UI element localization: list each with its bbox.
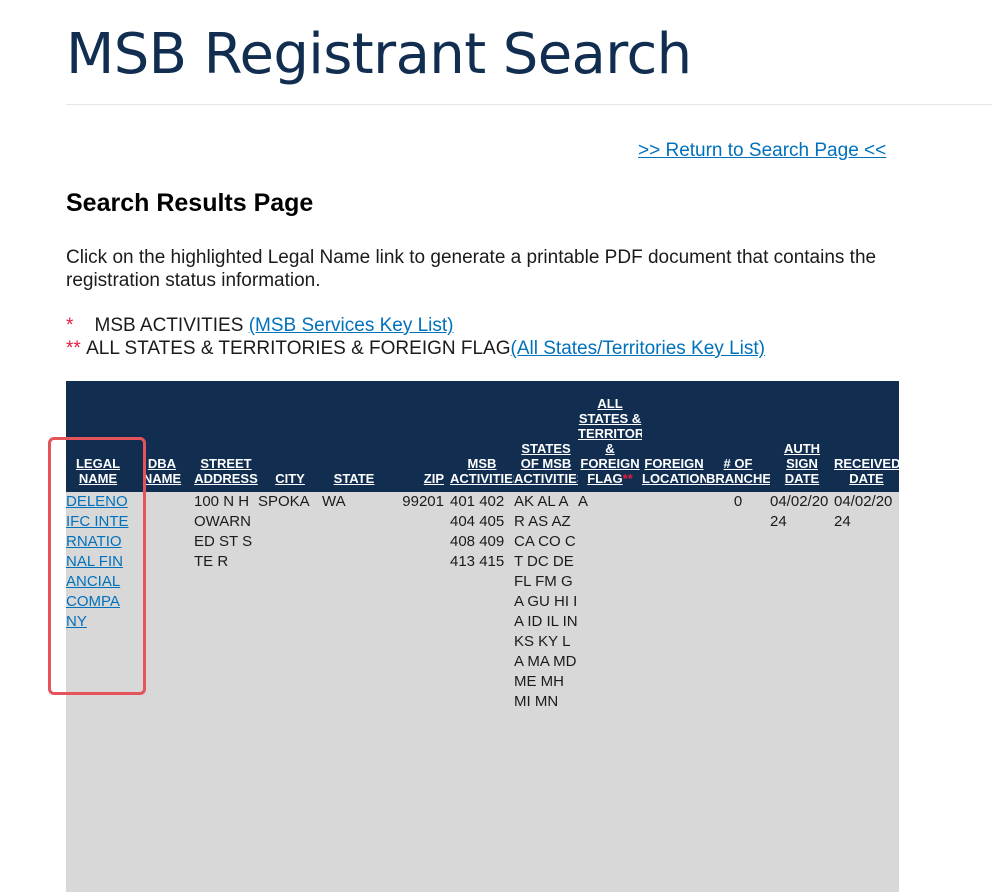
page-title: MSB Registrant Search <box>66 22 692 87</box>
col-header-branches[interactable]: # OF BRANCHES <box>706 381 770 492</box>
cell-all-states-flag: A <box>578 492 642 892</box>
col-header-msb-activities[interactable]: MSB ACTIVITIES* <box>450 381 514 492</box>
return-to-search-link[interactable]: >> Return to Search Page << <box>638 140 886 162</box>
cell-branches: 0 <box>706 492 770 892</box>
section-heading: Search Results Page <box>66 189 314 217</box>
cell-zip: 99201 <box>386 492 450 892</box>
col-header-states-of-msb-activities[interactable]: STATES OF MSB ACTIVITIES <box>514 381 578 492</box>
cell-street-address: 100 N HOWARNED ST STE R <box>194 492 258 892</box>
cell-city: SPOKA <box>258 492 322 892</box>
col-header-zip[interactable]: ZIP <box>386 381 450 492</box>
note-label: ALL STATES & TERRITORIES & FOREIGN FLAG <box>86 338 511 359</box>
note-label: MSB ACTIVITIES <box>94 315 244 336</box>
col-header-foreign-location[interactable]: FOREIGN LOCATION <box>642 381 706 492</box>
cell-msb-activities: 401 402 404 405 408 409 413 415 <box>450 492 514 892</box>
results-table: LEGAL NAME DBA NAME STREET ADDRESS CITY … <box>66 381 899 892</box>
required-marker: ** <box>66 338 81 359</box>
instructions-text: Click on the highlighted Legal Name link… <box>66 247 877 291</box>
col-header-all-states-flag[interactable]: ALL STATES & TERRITORIES & FOREIGN FLAG*… <box>578 381 642 492</box>
all-states-note: ** ALL STATES & TERRITORIES & FOREIGN FL… <box>66 338 765 360</box>
cell-state: WA <box>322 492 386 892</box>
msb-services-key-list-link[interactable]: (MSB Services Key List) <box>249 315 454 336</box>
table-row: DELENO IFC INTERNATIONAL FINANCIAL COMPA… <box>66 492 899 892</box>
col-header-state[interactable]: STATE <box>322 381 386 492</box>
col-header-auth-sign-date[interactable]: AUTH SIGN DATE <box>770 381 834 492</box>
required-marker: * <box>66 315 74 336</box>
msb-activities-note: * MSB ACTIVITIES (MSB Services Key List) <box>66 315 454 337</box>
cell-foreign-location <box>642 492 706 892</box>
col-header-city[interactable]: CITY <box>258 381 322 492</box>
cell-received-date: 04/02/2024 <box>834 492 899 892</box>
cell-states-of-activities: AK AL AR AS AZ CA CO CT DC DE FL FM GA G… <box>514 492 578 892</box>
title-divider <box>66 104 992 105</box>
highlight-annotation-box <box>48 437 146 695</box>
cell-auth-sign-date: 04/02/2024 <box>770 492 834 892</box>
all-states-key-list-link[interactable]: (All States/Territories Key List) <box>511 338 765 359</box>
col-header-received-date[interactable]: RECEIVED DATE <box>834 381 899 492</box>
col-header-street-address[interactable]: STREET ADDRESS <box>194 381 258 492</box>
